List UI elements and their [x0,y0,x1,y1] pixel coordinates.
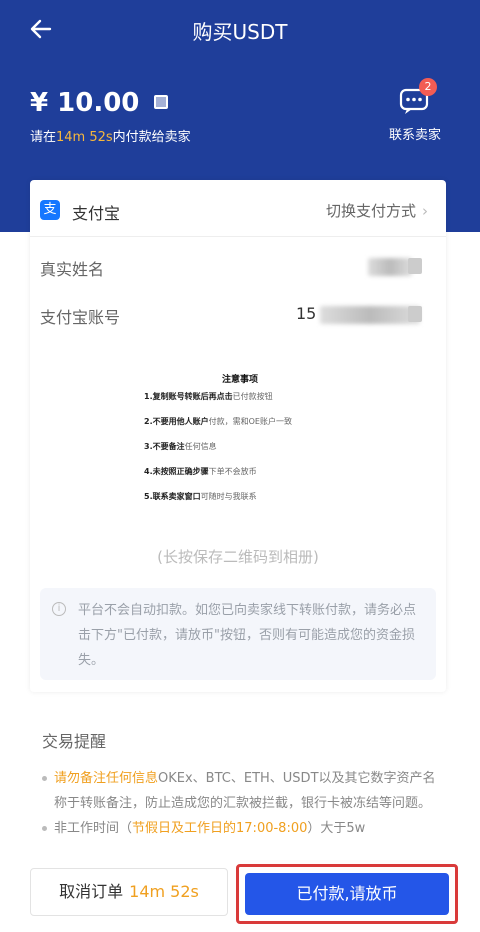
tips-list: 请勿备注任何信息OKEx、BTC、ETH、USDT以及其它数字资产名称于转账备注… [40,766,436,841]
pay-note-prefix: 请在 [30,130,57,145]
notice-item: 3.不要备注任何信息 [144,442,217,451]
real-name-label: 真实姓名 [40,260,105,279]
account-value-redacted [320,306,420,324]
contact-seller-button[interactable]: 2 联系卖家 [378,78,452,143]
tips-title: 交易提醒 [42,732,107,751]
tip-prefix: 非工作时间（ [54,821,133,836]
switch-payment-method[interactable]: 切换支付方式 › [326,200,428,221]
switch-method-label: 切换支付方式 [325,202,416,220]
cancel-label: 取消订单 [59,882,124,901]
warning-box: i 平台不会自动扣款。如您已向卖家线下转账付款，请务必点击下方"已付款，请放币"… [40,588,436,680]
nav-bar: 购买USDT [0,0,480,62]
page-title: 购买USDT [192,20,288,44]
alipay-account-field: 支付宝账号 15 [40,304,436,334]
payment-deadline-note: 请在14m 52s内付款给卖家 [30,126,191,145]
tip-text: ）大于5w [307,821,366,836]
chat-icon: 2 [395,78,437,116]
tip-highlight: 节假日及工作日的17:00-8:00 [132,821,308,836]
copy-account-icon[interactable] [408,306,422,322]
notice-item: 4.未按照正确步骤下单不会放币 [144,467,257,476]
pay-note-suffix: 内付款给卖家 [112,130,191,145]
real-name-value-redacted [368,258,412,276]
notice-list: 1.复制账号转账后再点击已付款按钮 2.不要用他人账户付款，需和OE账户一致 3… [144,391,390,502]
info-icon: i [52,602,66,616]
notice-item: 2.不要用他人账户付款，需和OE账户一致 [144,417,292,426]
price-row: ¥ 10.00 [30,88,169,118]
bottom-action-bar: 取消订单 14m 52s 已付款,请放币 [0,856,480,932]
unread-badge: 2 [419,78,437,96]
payment-card: 支 支付宝 切换支付方式 › 真实姓名 支付宝账号 15 注意事项 1.复制账号转… [30,180,446,692]
payment-method-name: 支付宝 [72,204,121,223]
real-name-field: 真实姓名 [40,256,436,286]
pay-note-time: 14m 52s [56,130,113,145]
tip-highlight: 请勿备注任何信息 [54,771,159,786]
notice-item: 1.复制账号转账后再点击已付款按钮 [144,392,273,401]
contact-seller-label: 联系卖家 [388,128,441,143]
cancel-order-button[interactable]: 取消订单 14m 52s [30,868,228,916]
copy-name-icon[interactable] [408,258,422,274]
highlight-frame: 已付款,请放币 [236,864,458,924]
chevron-right-icon: › [422,202,428,220]
save-qr-hint: (长按保存二维码到相册) [157,548,319,566]
notice-title: 注意事项 [221,375,258,385]
payment-method-row[interactable]: 支 支付宝 切换支付方式 › [30,180,446,237]
payment-instructions-image[interactable]: 注意事项 1.复制账号转账后再点击已付款按钮 2.不要用他人账户付款，需和OE账… [90,362,390,532]
tip-item: 非工作时间（节假日及工作日的17:00-8:00）大于5w [40,816,436,841]
notice-item: 5.联系卖家窗口可随时与我联系 [144,492,257,501]
cancel-timer: 14m 52s [129,882,199,901]
account-label: 支付宝账号 [40,308,121,327]
warning-text: 平台不会自动扣款。如您已向卖家线下转账付款，请务必点击下方"已付款，请放币"按钮… [78,603,417,668]
alipay-icon: 支 [40,200,60,220]
paid-release-button[interactable]: 已付款,请放币 [245,873,449,915]
account-value-prefix: 15 [296,304,317,323]
order-price: ¥ 10.00 [30,88,140,118]
copy-icon[interactable] [154,95,169,109]
tip-item: 请勿备注任何信息OKEx、BTC、ETH、USDT以及其它数字资产名称于转账备注… [40,766,436,816]
